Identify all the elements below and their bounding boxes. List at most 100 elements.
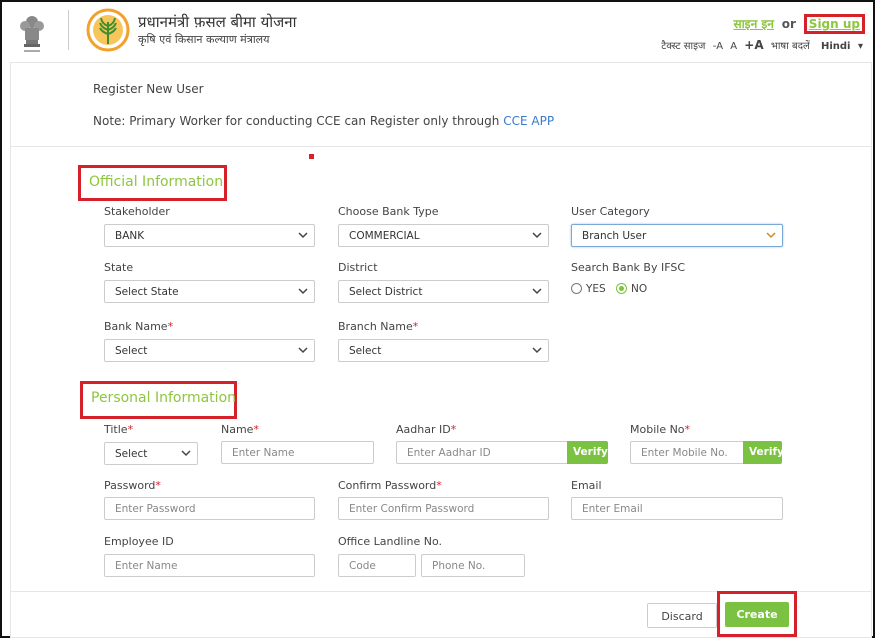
personal-info-title: Personal Information [91,390,237,406]
landline-phone-input[interactable]: Phone No. [421,554,525,577]
landline-label: Office Landline No. [338,535,443,548]
create-button[interactable]: Create [725,602,789,627]
bank-name-label: Bank Name* [104,320,173,333]
state-label: State [104,261,134,274]
ifsc-yes-radio[interactable]: YES [571,283,606,295]
accessibility-tools: टैक्स्ट साइज -A A +A भाषा बदलें Hindi ▾ [657,38,863,52]
required-mark: * [253,423,259,436]
mobile-verify-button[interactable]: Verify [743,441,784,464]
ifsc-yes-label: YES [586,283,606,295]
font-normal-button[interactable]: A [730,41,737,52]
user-category-select[interactable]: Branch User [571,224,783,247]
language-select[interactable]: Hindi ▾ [817,41,863,52]
state-select[interactable]: Select State [104,280,315,303]
site-subtitle: कृषि एवं किसान कल्याण मंत्रालय [138,33,270,46]
user-category-label: User Category [571,205,650,218]
required-mark: * [127,423,134,436]
title-select[interactable]: Select [104,442,198,465]
chevron-down-icon [532,232,542,239]
branch-name-value: Select [349,345,382,357]
bank-name-label-text: Bank Name [104,320,168,333]
required-mark: * [167,320,174,333]
branch-name-label-text: Branch Name [338,320,413,333]
bank-type-select[interactable]: COMMERCIAL [338,224,549,247]
bank-name-select[interactable]: Select [104,339,315,362]
bank-name-value: Select [115,345,148,357]
pmfby-logo-icon [86,8,130,52]
name-label-text: Name [221,423,254,436]
caret-down-icon: ▾ [857,41,863,52]
district-label: District [338,261,378,274]
mobile-label-text: Mobile No [630,423,685,436]
stakeholder-label: Stakeholder [104,205,170,218]
signin-link[interactable]: साइन इन [733,17,774,31]
personal-info-highlight: Personal Information [80,381,237,419]
chevron-down-icon [532,288,542,295]
chevron-down-icon [298,288,308,295]
bank-type-value: COMMERCIAL [349,230,420,242]
stakeholder-select[interactable]: BANK [104,224,315,247]
landline-code-input[interactable]: Code [338,554,416,577]
password-label: Password* [104,479,161,492]
official-info-highlight: Official Information [78,165,227,201]
title-label: Title* [104,423,133,436]
or-text: or [781,17,796,31]
employee-id-label: Employee ID [104,535,174,548]
ifsc-no-radio[interactable]: NO [616,283,647,295]
title-label-text: Title [104,423,128,436]
radio-on-icon [616,283,627,294]
chevron-down-icon [298,232,308,239]
employee-id-input[interactable]: Enter Name [104,554,315,577]
password-label-text: Password [104,479,156,492]
email-input[interactable]: Enter Email [571,497,783,520]
user-category-value: Branch User [582,230,647,242]
aadhar-label: Aadhar ID* [396,423,456,436]
email-label: Email [571,479,602,492]
red-marker [309,154,314,159]
signup-link[interactable]: Sign up [809,17,860,31]
site-title: प्रधानमंत्री फ़सल बीमा योजना [138,13,297,31]
radio-off-icon [571,283,582,294]
mobile-input[interactable]: Enter Mobile No. [630,441,744,464]
aadhar-input[interactable]: Enter Aadhar ID [396,441,568,464]
cce-app-link[interactable]: CCE APP [503,114,554,128]
auth-links: साइन इन or Sign up [733,14,865,34]
discard-button[interactable]: Discard [647,603,717,628]
name-label: Name* [221,423,259,436]
page-frame: प्रधानमंत्री फ़सल बीमा योजना कृषि एवं कि… [0,0,875,638]
note-bar: Register New User Note: Primary Worker f… [11,63,871,147]
name-input[interactable]: Enter Name [221,441,374,464]
ifsc-no-label: NO [631,283,648,295]
branch-name-select[interactable]: Select [338,339,549,362]
font-large-button[interactable]: +A [744,38,763,52]
language-value: Hindi [820,41,851,52]
required-mark: * [155,479,161,492]
title-value: Select [115,448,148,460]
font-small-button[interactable]: -A [713,41,723,52]
site-header: प्रधानमंत्री फ़सल बीमा योजना कृषि एवं कि… [4,4,873,62]
chevron-down-icon [181,450,191,457]
chevron-down-icon [532,347,542,354]
text-size-label: टैक्स्ट साइज [661,41,706,52]
confirm-password-input[interactable]: Enter Confirm Password [338,497,549,520]
bank-type-label: Choose Bank Type [338,205,439,218]
confirm-password-label: Confirm Password* [338,479,442,492]
aadhar-verify-button[interactable]: Verify [567,441,608,464]
stakeholder-value: BANK [115,230,145,242]
district-select[interactable]: Select District [338,280,549,303]
state-value: Select State [115,286,179,298]
required-mark: * [436,479,442,492]
password-input[interactable]: Enter Password [104,497,315,520]
required-mark: * [450,423,457,436]
branch-name-label: Branch Name* [338,320,418,333]
required-mark: * [684,423,691,436]
language-label: भाषा बदलें [770,41,810,52]
required-mark: * [412,320,419,333]
note-text: Note: Primary Worker for conducting CCE … [93,114,500,128]
official-info-title: Official Information [89,174,224,190]
aadhar-label-text: Aadhar ID [396,423,451,436]
header-divider [68,10,69,50]
create-highlight: Create [717,591,797,637]
mobile-label: Mobile No* [630,423,690,436]
national-emblem-icon [20,16,44,52]
